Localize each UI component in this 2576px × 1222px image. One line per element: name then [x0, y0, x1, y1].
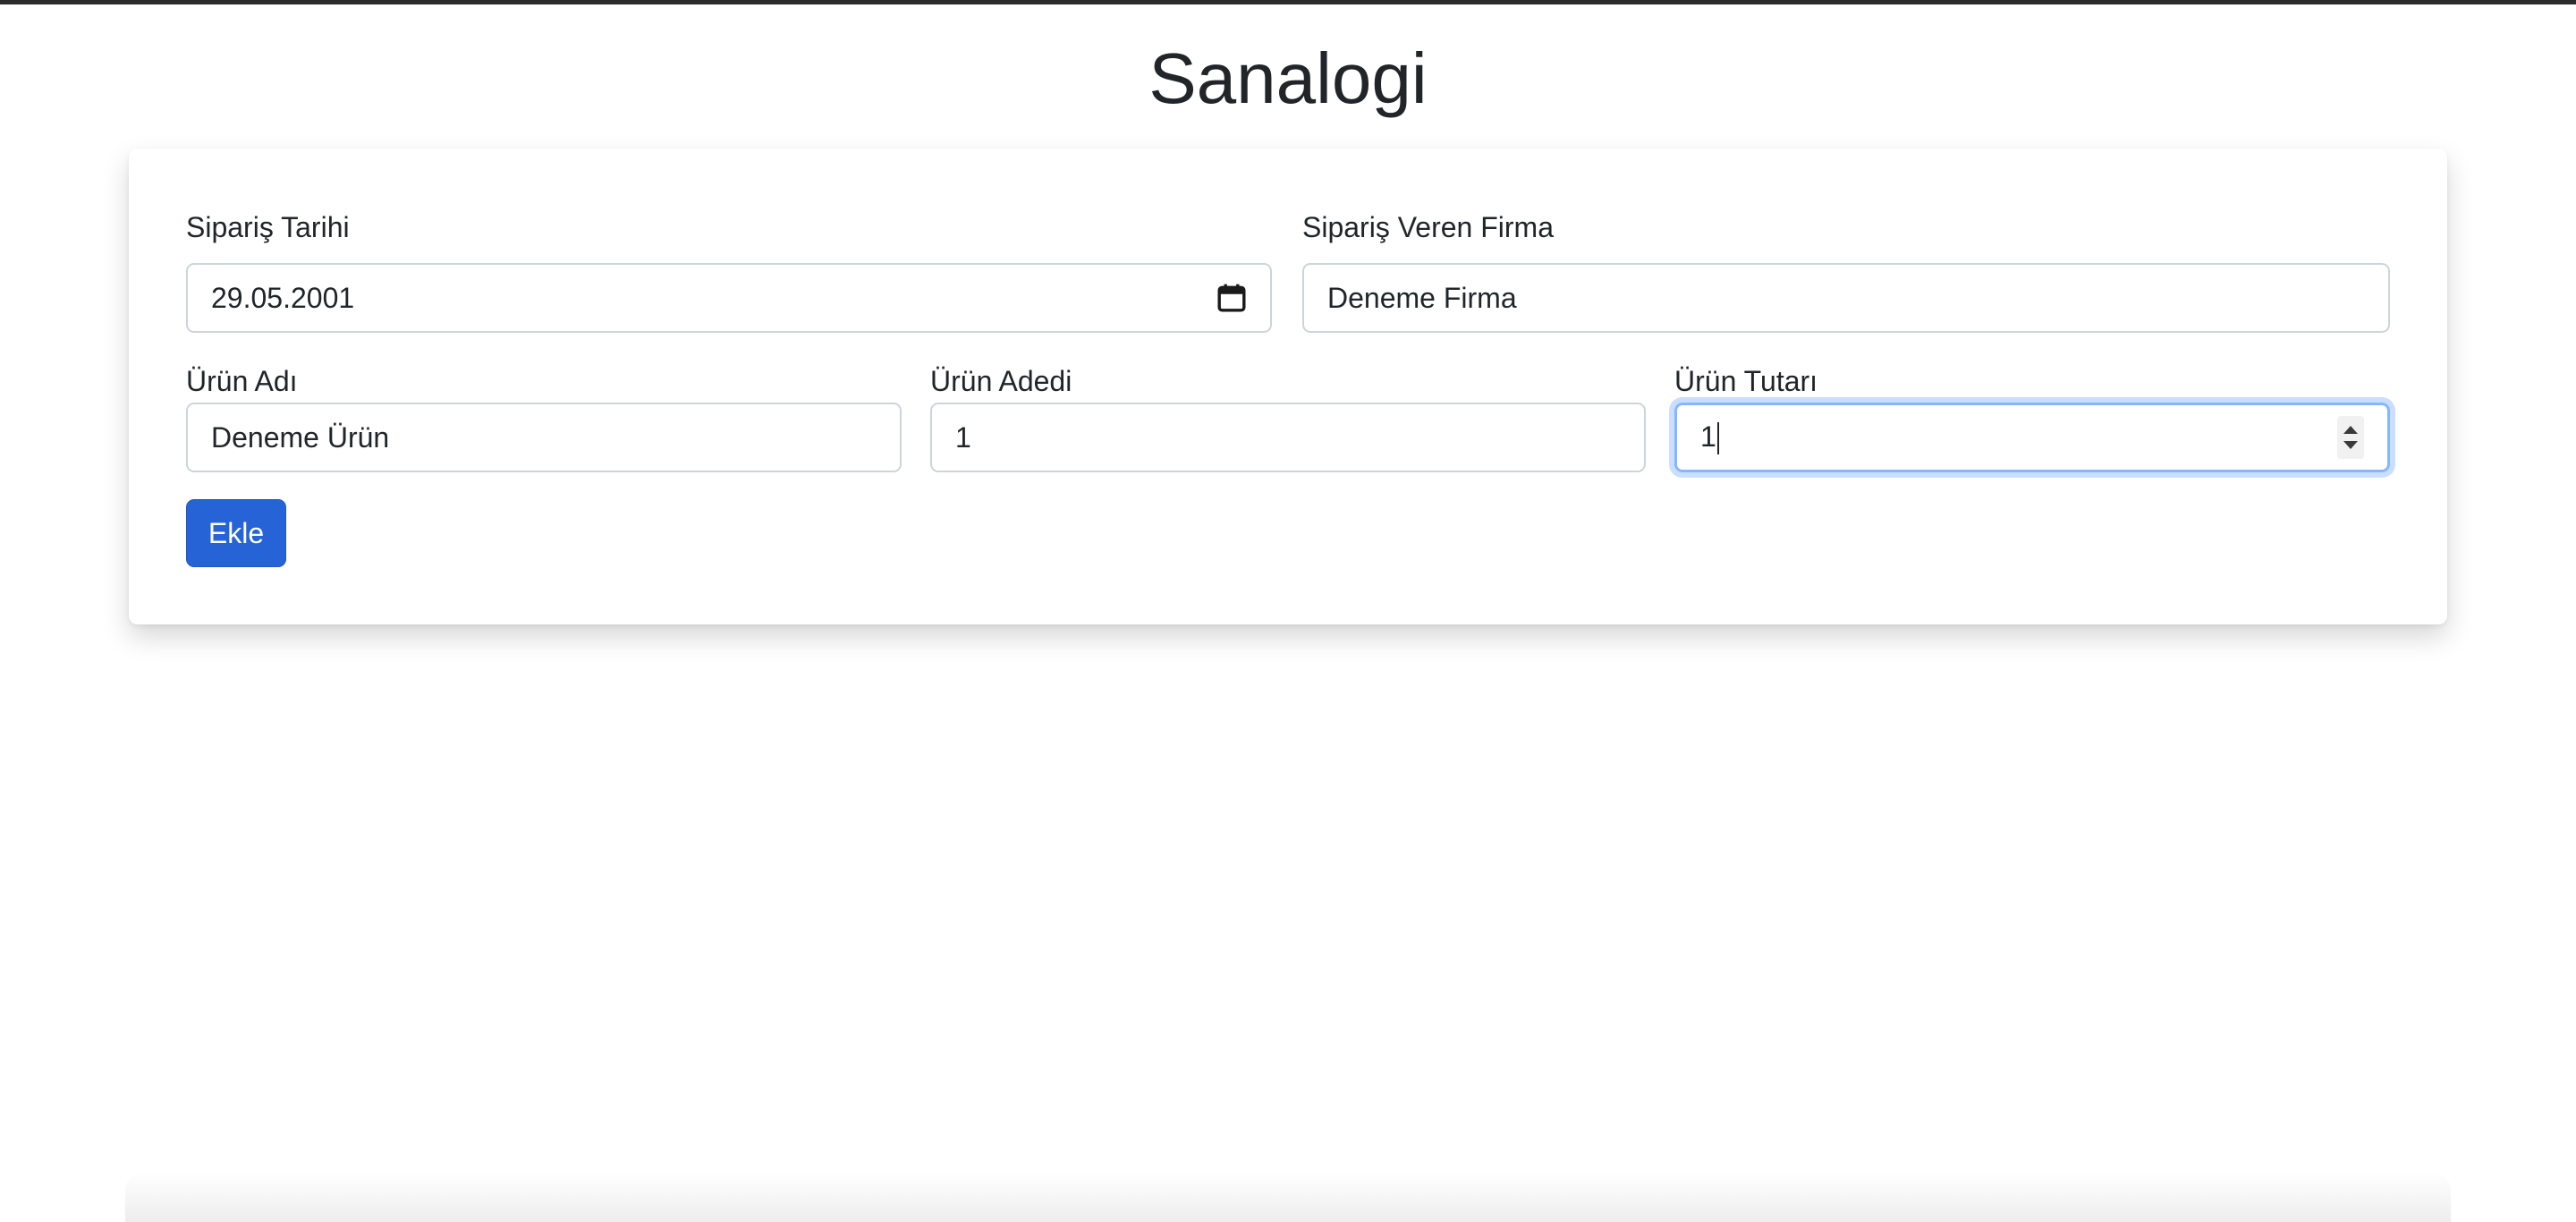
calendar-icon[interactable]: [1216, 283, 1247, 313]
product-name-value: Deneme Ürün: [211, 420, 390, 454]
product-quantity-label: Ürün Adedi: [930, 365, 1072, 397]
stepper-up-icon[interactable]: [2343, 426, 2358, 434]
order-form-card: Sipariş Tarihi 29.05.2001 Sipariş Veren …: [129, 149, 2447, 624]
product-name-label: Ürün Adı: [186, 365, 298, 397]
company-value: Deneme Firma: [1327, 281, 1517, 314]
product-quantity-value: 1: [955, 420, 971, 454]
product-name-input[interactable]: Deneme Ürün: [186, 403, 902, 472]
page-title: Sanalogi: [1148, 38, 1428, 118]
order-date-label: Sipariş Tarihi: [186, 211, 350, 243]
company-label: Sipariş Veren Firma: [1302, 211, 1554, 243]
window-top-bar: [0, 0, 2576, 4]
order-date-input[interactable]: 29.05.2001: [186, 263, 1272, 333]
product-price-input[interactable]: 1: [1674, 403, 2390, 472]
add-button[interactable]: Ekle: [186, 499, 286, 567]
order-date-value: 29.05.2001: [211, 281, 355, 314]
product-price-label: Ürün Tutarı: [1674, 365, 1818, 397]
stepper-down-icon[interactable]: [2343, 441, 2358, 449]
product-quantity-input[interactable]: 1: [930, 403, 1646, 472]
company-input[interactable]: Deneme Firma: [1302, 263, 2390, 333]
product-price-value: 1: [1700, 420, 1716, 453]
number-stepper[interactable]: [2337, 416, 2364, 459]
text-caret: [1716, 422, 1719, 455]
bottom-card-shadow: [125, 1172, 2451, 1222]
